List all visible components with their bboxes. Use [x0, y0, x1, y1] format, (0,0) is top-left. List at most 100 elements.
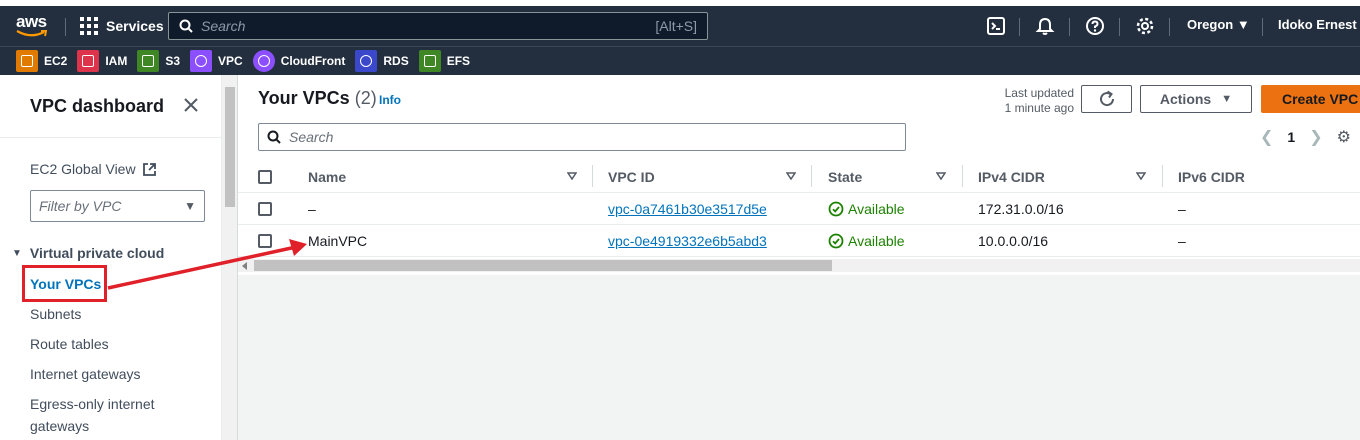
table-row[interactable]: MainVPC vpc-0e4919332e6b5abd3 Available …: [238, 225, 1360, 257]
vpc-count: (2): [354, 88, 377, 108]
favorite-efs[interactable]: EFS: [418, 50, 471, 72]
favorite-vpc[interactable]: VPC: [190, 50, 243, 72]
select-all-checkbox[interactable]: [258, 170, 272, 184]
favorite-s3[interactable]: S3: [137, 50, 180, 72]
close-icon[interactable]: [182, 96, 200, 114]
favorites-bar: EC2 IAM S3 VPC CloudFront RDS EFS: [0, 46, 1360, 75]
nav-divider: [1019, 18, 1020, 36]
sidebar-item-subnets[interactable]: Subnets: [30, 303, 81, 325]
region-label: Oregon: [1187, 17, 1234, 32]
caret-down-icon: ▼: [184, 199, 196, 213]
actions-label: Actions: [1159, 91, 1212, 107]
favorite-label: IAM: [105, 54, 128, 68]
sidebar-scrollbar-thumb[interactable]: [225, 87, 235, 207]
table-search-input[interactable]: Search: [258, 123, 906, 151]
favorite-iam[interactable]: IAM: [77, 50, 127, 72]
external-link-icon: [142, 162, 156, 176]
nav-divider: [1119, 18, 1120, 36]
filter-by-vpc-select[interactable]: Filter by VPC ▼: [30, 190, 205, 222]
favorite-rds[interactable]: RDS: [355, 50, 409, 72]
region-selector[interactable]: Oregon ▼: [1187, 17, 1250, 32]
ec2-icon: [16, 50, 38, 72]
sidebar-item-egress-only-internet-gateways[interactable]: Egress-only internet: [30, 393, 155, 415]
column-divider: [1162, 165, 1163, 187]
filter-placeholder: Filter by VPC: [39, 198, 122, 214]
refresh-button[interactable]: [1081, 85, 1132, 113]
aws-smile-icon: [16, 30, 48, 37]
sort-caret-icon[interactable]: [936, 172, 946, 180]
sidebar-item-egress-only-internet-gateways-line2[interactable]: gateways: [30, 415, 89, 437]
refresh-icon: [1099, 90, 1114, 107]
actions-button[interactable]: Actions ▼: [1140, 85, 1252, 113]
page-title: Your VPCs (2): [258, 88, 377, 109]
column-header-state[interactable]: State: [828, 169, 862, 185]
section-label: Virtual private cloud: [29, 245, 165, 261]
main-content: Your VPCs (2) Info Last updated 1 minute…: [238, 75, 1360, 440]
cloudfront-icon: [252, 50, 275, 72]
sort-caret-icon[interactable]: [567, 172, 577, 180]
favorite-ec2[interactable]: EC2: [16, 50, 67, 72]
favorite-label: CloudFront: [280, 54, 346, 68]
horizontal-scrollbar-thumb[interactable]: [254, 260, 832, 271]
page-title-text: Your VPCs: [258, 88, 350, 108]
aws-logo[interactable]: aws: [16, 12, 52, 40]
favorite-label: EFS: [446, 54, 471, 68]
nav-divider: [65, 18, 66, 36]
chevron-left-icon[interactable]: ❮: [1260, 127, 1273, 147]
state-label: Available: [848, 233, 905, 249]
row-checkbox[interactable]: [258, 202, 272, 216]
nav-divider: [1069, 18, 1070, 36]
sort-caret-icon[interactable]: [1136, 172, 1146, 180]
column-header-name[interactable]: Name: [308, 169, 346, 185]
help-icon[interactable]: [1085, 16, 1105, 36]
column-divider: [592, 165, 593, 187]
sidebar-item-route-tables[interactable]: Route tables: [30, 333, 109, 355]
column-header-vpc-id[interactable]: VPC ID: [608, 169, 655, 185]
horizontal-scrollbar[interactable]: [238, 259, 1360, 272]
table-row[interactable]: – vpc-0a7461b30e3517d5e Available 172.31…: [238, 193, 1360, 225]
table-header: Name VPC ID State IPv4 CIDR IPv6 CIDR: [238, 161, 1360, 193]
favorite-label: EC2: [44, 54, 68, 68]
bell-icon[interactable]: [1035, 16, 1055, 36]
column-header-ipv6-cidr[interactable]: IPv6 CIDR: [1178, 169, 1245, 185]
cell-name: MainVPC: [308, 233, 368, 249]
search-shortcut: [Alt+S]: [655, 18, 697, 34]
sidebar-section-virtual-private-cloud[interactable]: ▼ Virtual private cloud: [12, 245, 164, 261]
chevron-right-icon[interactable]: ❯: [1309, 127, 1322, 147]
account-menu[interactable]: Idoko Ernest Cl: [1278, 17, 1360, 32]
column-divider: [962, 165, 963, 187]
search-icon: [267, 130, 281, 144]
column-header-ipv4-cidr[interactable]: IPv4 CIDR: [978, 169, 1045, 185]
create-vpc-button[interactable]: Create VPC: [1261, 85, 1360, 113]
search-placeholder: Search: [201, 18, 246, 34]
cell-vpc-id-link[interactable]: vpc-0e4919332e6b5abd3: [608, 233, 767, 249]
caret-down-icon: ▼: [1221, 93, 1233, 105]
efs-icon: [418, 50, 441, 72]
favorite-label: RDS: [383, 54, 409, 68]
current-page[interactable]: 1: [1287, 129, 1295, 145]
services-label: Services: [106, 18, 164, 34]
cloudshell-icon[interactable]: [986, 16, 1006, 36]
cell-ipv4-cidr: 10.0.0.0/16: [978, 233, 1049, 249]
vpc-icon: [190, 50, 213, 72]
scroll-left-icon[interactable]: [242, 262, 247, 270]
caret-down-icon: ▼: [1236, 17, 1250, 32]
ec2-global-view-label: EC2 Global View: [30, 161, 136, 177]
services-menu-button[interactable]: Services: [80, 14, 164, 38]
gear-icon[interactable]: [1135, 16, 1155, 36]
s3-icon: [137, 50, 160, 72]
sidebar: VPC dashboard EC2 Global View Filter by …: [0, 75, 222, 440]
sidebar-scrollbar[interactable]: [222, 75, 238, 440]
last-updated: Last updated 1 minute ago: [1002, 86, 1074, 116]
cell-vpc-id-link[interactable]: vpc-0a7461b30e3517d5e: [608, 201, 767, 217]
cell-state: Available: [828, 201, 905, 217]
nav-divider: [1262, 18, 1263, 36]
settings-icon[interactable]: ⚙: [1337, 127, 1351, 147]
ec2-global-view-link[interactable]: EC2 Global View: [30, 161, 157, 177]
sort-caret-icon[interactable]: [786, 172, 796, 180]
favorite-cloudfront[interactable]: CloudFront: [252, 50, 346, 72]
sidebar-item-internet-gateways[interactable]: Internet gateways: [30, 363, 141, 385]
row-checkbox[interactable]: [258, 234, 272, 248]
info-link[interactable]: Info: [379, 93, 401, 107]
global-search-input[interactable]: Search [Alt+S]: [168, 12, 708, 40]
